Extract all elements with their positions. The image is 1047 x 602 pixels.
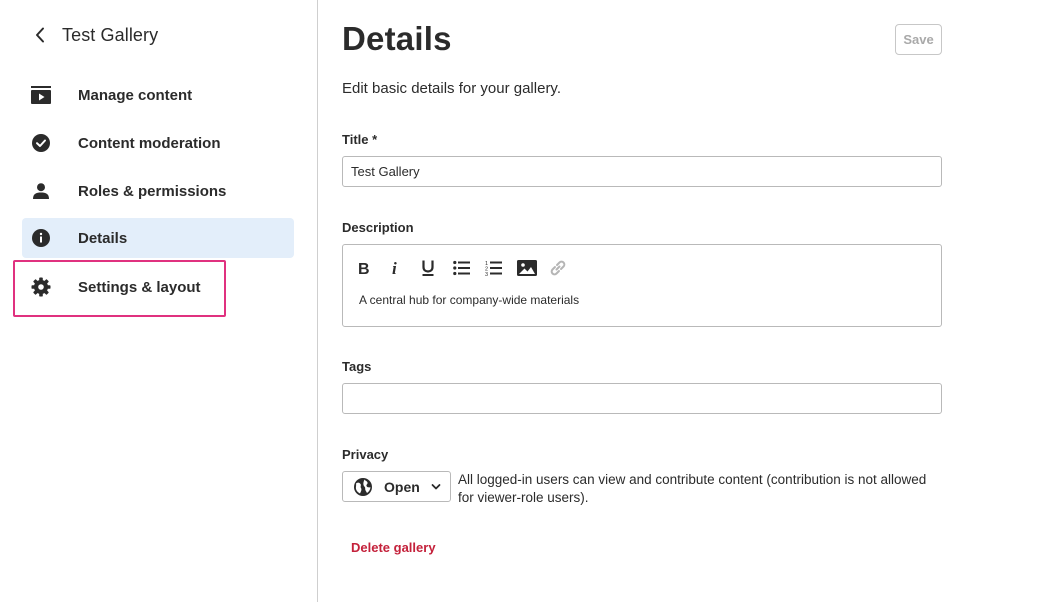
info-icon bbox=[31, 228, 51, 248]
svg-text:B: B bbox=[358, 261, 370, 276]
check-circle-icon bbox=[31, 133, 51, 153]
sidebar-item-label: Roles & permissions bbox=[78, 182, 227, 200]
delete-gallery-link[interactable]: Delete gallery bbox=[351, 540, 436, 555]
details-panel: Details Save Edit basic details for your… bbox=[342, 0, 942, 602]
description-editor[interactable]: B i 123 A central hub for company-wide m… bbox=[342, 244, 942, 327]
sidebar-item-settings-layout[interactable]: Settings & layout bbox=[22, 267, 294, 307]
sidebar-item-label: Manage content bbox=[78, 86, 193, 104]
image-icon[interactable] bbox=[517, 258, 549, 278]
page-subtitle: Edit basic details for your gallery. bbox=[342, 80, 561, 97]
numbered-list-icon[interactable]: 123 bbox=[485, 258, 517, 278]
privacy-description: All logged-in users can view and contrib… bbox=[458, 472, 927, 505]
underline-icon[interactable] bbox=[421, 258, 453, 278]
description-text: A central hub for company-wide materials bbox=[359, 293, 580, 307]
privacy-value: Open bbox=[384, 478, 420, 495]
save-button[interactable]: Save bbox=[895, 24, 942, 55]
sidebar-item-details[interactable]: Details bbox=[22, 218, 294, 258]
tags-field-label: Tags bbox=[342, 359, 372, 374]
globe-icon bbox=[353, 477, 373, 497]
gallery-title: Test Gallery bbox=[62, 24, 159, 45]
bulleted-list-icon[interactable] bbox=[453, 258, 485, 278]
sidebar-item-roles-permissions[interactable]: Roles & permissions bbox=[22, 171, 294, 211]
sidebar-item-label: Details bbox=[78, 229, 128, 247]
link-icon[interactable] bbox=[549, 258, 581, 278]
svg-text:i: i bbox=[392, 260, 397, 276]
person-icon bbox=[31, 181, 51, 201]
sidebar: Test Gallery Manage content Content mode… bbox=[0, 0, 318, 602]
privacy-field-label: Privacy bbox=[342, 447, 389, 462]
svg-text:3: 3 bbox=[485, 272, 488, 276]
sidebar-item-label: Settings & layout bbox=[78, 278, 201, 296]
editor-toolbar: B i 123 bbox=[357, 258, 581, 278]
tags-input[interactable] bbox=[342, 383, 942, 414]
sidebar-item-content-moderation[interactable]: Content moderation bbox=[22, 123, 294, 163]
chevron-left-icon bbox=[34, 22, 50, 48]
title-input[interactable] bbox=[342, 156, 942, 187]
page-title: Details bbox=[342, 20, 452, 57]
back-button[interactable]: Test Gallery bbox=[34, 22, 158, 48]
italic-icon[interactable]: i bbox=[389, 258, 421, 278]
description-field-label: Description bbox=[342, 220, 414, 235]
play-box-icon bbox=[31, 85, 51, 105]
sidebar-item-label: Content moderation bbox=[78, 134, 221, 152]
gear-icon bbox=[31, 277, 51, 297]
title-field-label: Title * bbox=[342, 132, 378, 147]
sidebar-item-manage-content[interactable]: Manage content bbox=[22, 75, 294, 115]
chevron-down-icon bbox=[431, 483, 441, 491]
bold-icon[interactable]: B bbox=[357, 258, 389, 278]
privacy-select[interactable]: Open bbox=[342, 471, 451, 502]
